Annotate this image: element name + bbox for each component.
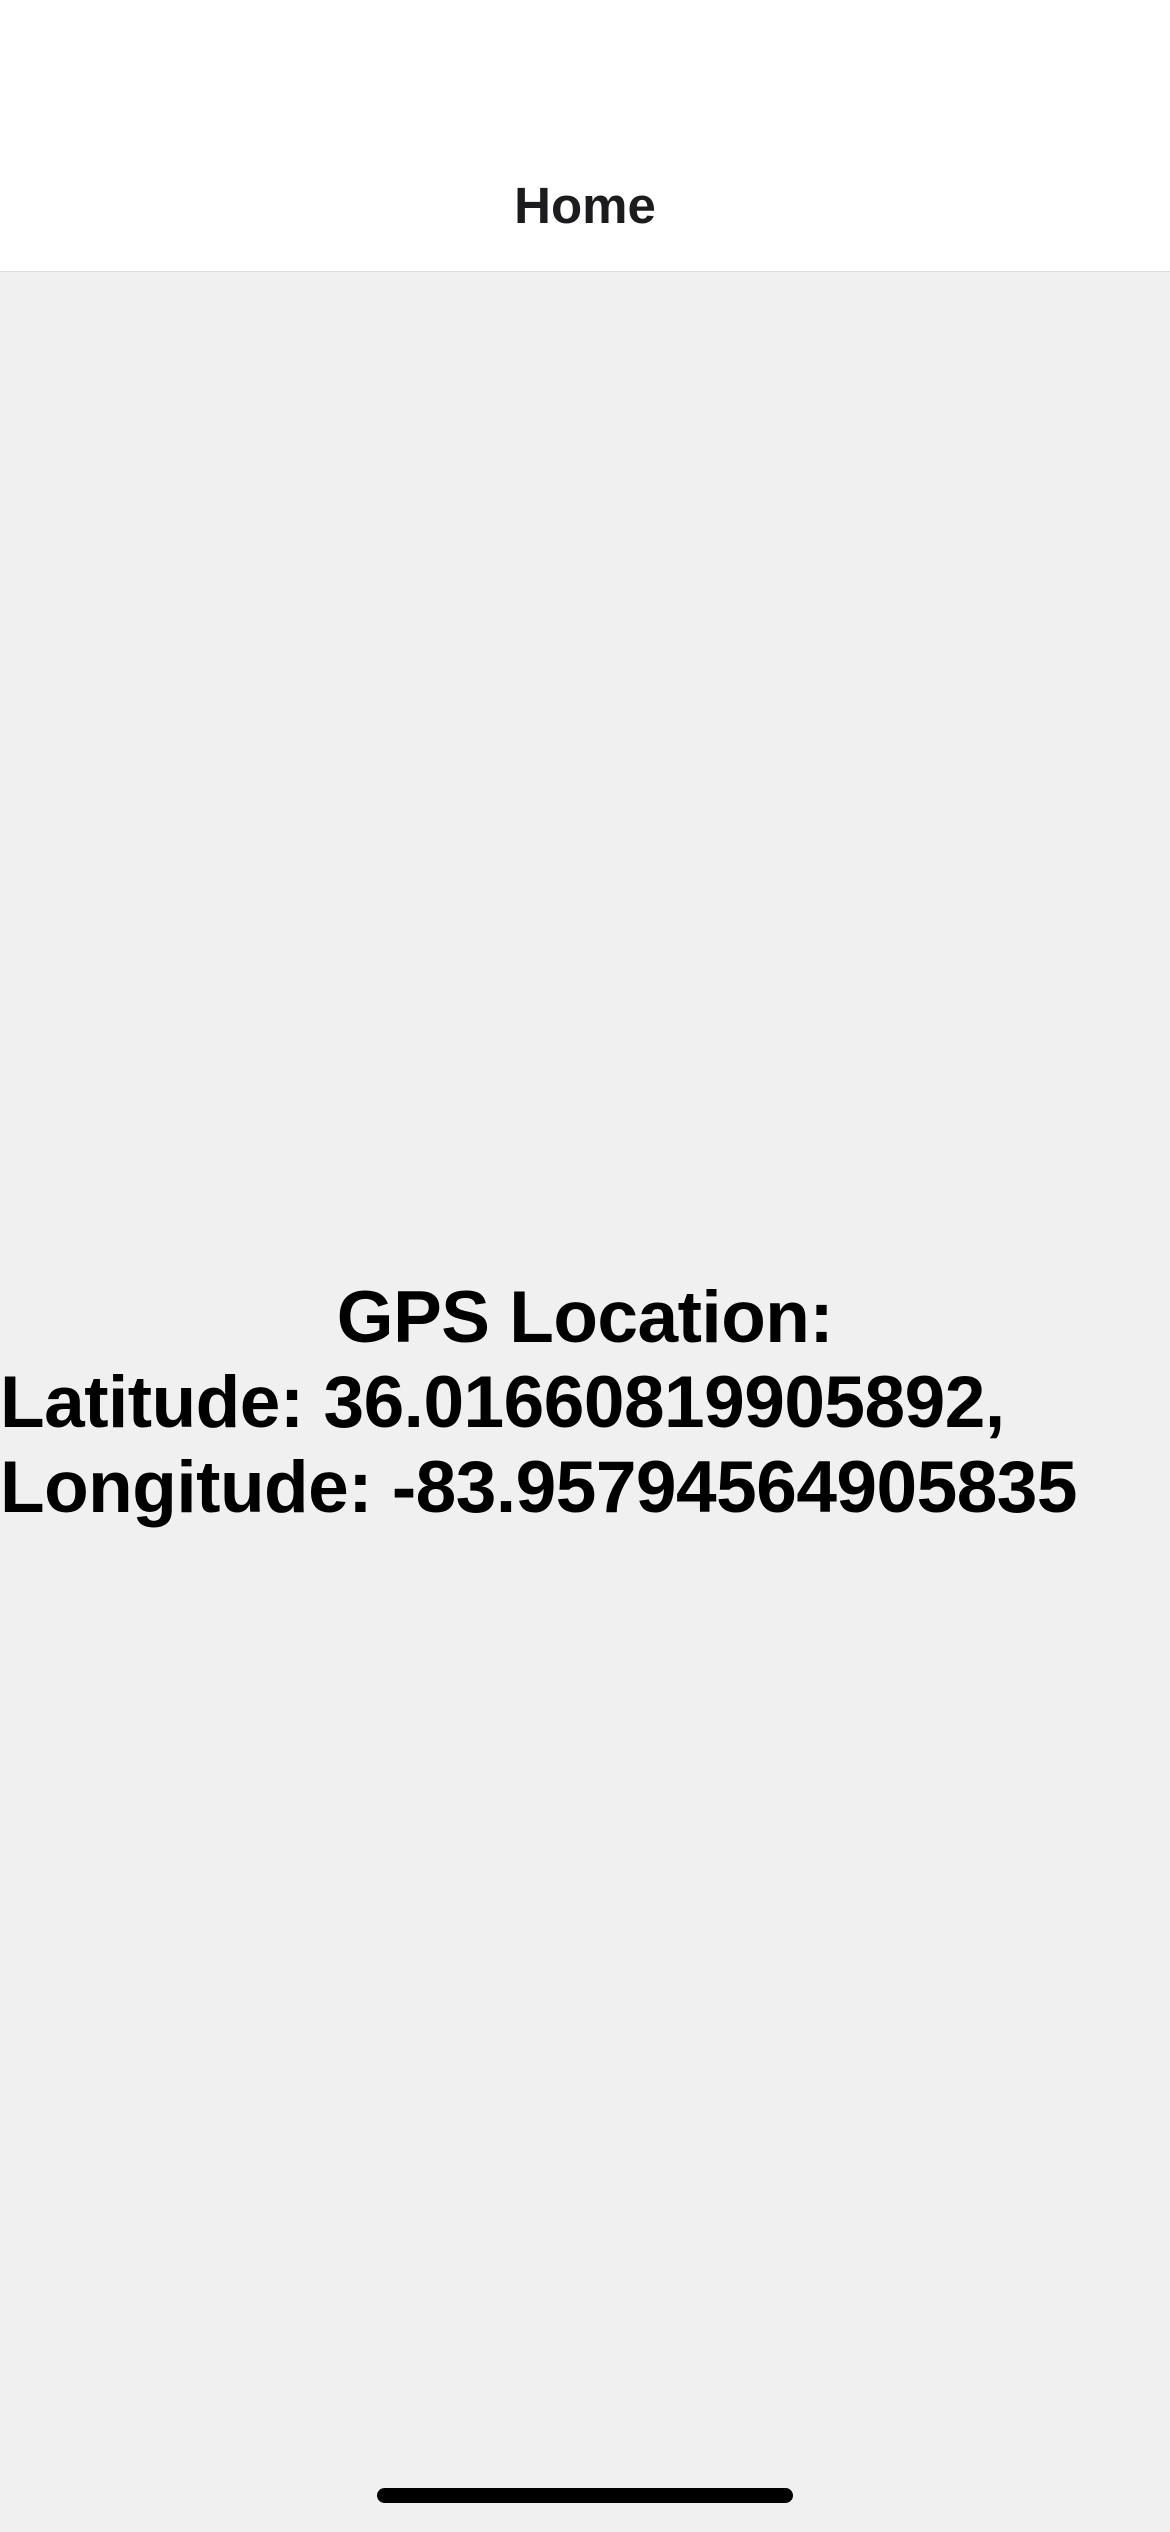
page-title: Home: [514, 177, 656, 234]
home-indicator[interactable]: [377, 2488, 793, 2503]
latitude-text: Latitude: 36.01660819905892,: [0, 1362, 1005, 1443]
app-screen: Home GPS Location: Latitude: 36.01660819…: [0, 0, 1170, 2532]
gps-heading: GPS Location:: [336, 1277, 834, 1358]
main-content: GPS Location: Latitude: 36.0166081990589…: [0, 272, 1170, 2532]
gps-location-display: GPS Location: Latitude: 36.0166081990589…: [0, 1275, 1170, 1530]
navigation-bar: Home: [0, 0, 1170, 272]
longitude-text: Longitude: -83.95794564905835: [0, 1447, 1078, 1528]
